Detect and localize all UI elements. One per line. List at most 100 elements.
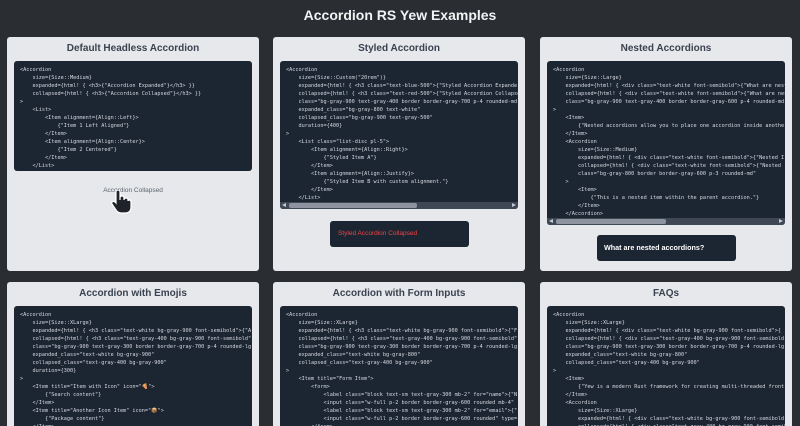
code-line: >: [553, 107, 557, 113]
code-line: size={Size::Large}: [553, 75, 622, 81]
code-line: </Item>: [20, 400, 55, 406]
code-line: <Item title="Another Icon Item" icon="📦"…: [20, 408, 164, 414]
code-line: <Accordion: [553, 139, 597, 145]
code-line: {"Nested accordions allow you to place o…: [553, 123, 785, 129]
code-line: expanded={html! { <h3>{"Accordion Expand…: [20, 83, 195, 89]
code-line: <Item title="Form Item">: [286, 376, 374, 382]
code-line: class="bg-gray-900 text-gray-300 border …: [553, 344, 785, 350]
card-title: Accordion with Emojis: [79, 288, 187, 299]
horizontal-scrollbar[interactable]: [547, 218, 785, 225]
code-line: <form>: [286, 384, 330, 390]
card-title: Default Headless Accordion: [66, 43, 200, 54]
code-line: expanded_class="text-white bg-gray-800": [553, 352, 688, 358]
code-line: <Accordion: [20, 67, 52, 73]
card-title: FAQs: [652, 288, 680, 299]
code-line: collapsed_class="bg-gray-900 text-gray-5…: [286, 115, 433, 121]
code-line: collapsed_class="text-gray-400 bg-gray-9…: [20, 360, 167, 366]
code-line: <label class="block text-sm text-gray-30…: [286, 408, 518, 414]
horizontal-scrollbar[interactable]: [280, 202, 518, 209]
scroll-right-arrow-icon[interactable]: [779, 219, 783, 223]
code-line: >: [553, 179, 569, 185]
scroll-left-arrow-icon[interactable]: [549, 219, 553, 223]
code-line: <Accordion: [286, 312, 318, 318]
code-line: expanded={html! { <h3 class="text-white …: [20, 328, 252, 334]
code-line: <Item alignment={Align::Center}>: [20, 139, 145, 145]
code-line: <label class="block text-sm text-gray-30…: [286, 392, 518, 398]
card-title: Styled Accordion: [358, 43, 440, 54]
scroll-thumb[interactable]: [556, 219, 666, 224]
code-line: >: [286, 131, 290, 137]
code-line: collapsed={html! { <div class="text-whit…: [553, 91, 785, 97]
code-line: </List>: [286, 195, 321, 201]
code-line: <Item alignment={Align::Right}>: [286, 147, 408, 153]
code-line: collapsed={html! { <h3 class="text-gray-…: [286, 336, 518, 342]
code-line: </Accordion>: [20, 170, 252, 171]
code-text: <Accordion size={Size::Medium} expanded=…: [14, 61, 252, 171]
code-block: <Accordion size={Size::XLarge} expanded=…: [280, 306, 518, 426]
code-line: {"Item 1 Left Aligned"}: [20, 123, 130, 129]
code-line: expanded={html! { <div class="text-white…: [553, 155, 785, 161]
scroll-thumb[interactable]: [289, 203, 417, 208]
scroll-right-arrow-icon[interactable]: [512, 203, 516, 207]
code-text: <Accordion size={Size::XLarge} expanded=…: [280, 306, 518, 426]
card-title: Accordion with Form Inputs: [332, 288, 466, 299]
code-line: <Item title="Item with Icon" icon="🍕">: [20, 384, 155, 390]
code-line: </Item>: [20, 155, 67, 161]
code-line: collapsed={html! { <h3 class="text-red-5…: [286, 91, 518, 97]
code-line: </Item>: [553, 203, 600, 209]
code-line: </Item>: [286, 187, 333, 193]
page-title: Accordion RS Yew Examples: [303, 7, 497, 23]
code-line: class="bg-gray-800 border border-gray-60…: [553, 171, 757, 177]
code-line: class="bg-gray-900 text-gray-300 border …: [20, 344, 252, 350]
code-line: >: [20, 376, 24, 382]
code-line: <Item alignment={Align::Left}>: [20, 115, 139, 121]
card-title: Nested Accordions: [620, 43, 712, 54]
code-line: <Item>: [553, 115, 585, 121]
code-line: </Item>: [553, 131, 588, 137]
card-styled-accordion: Styled Accordion <Accordion size={Size::…: [273, 37, 525, 271]
code-line: >: [553, 368, 557, 374]
code-line: expanded_class="text-white bg-gray-800": [286, 352, 421, 358]
styled-accordion-toggle[interactable]: Styled Accordion Collapsed: [330, 221, 469, 247]
code-line: {"Item 2 Centered"}: [20, 147, 117, 153]
code-line: <input class="w-full p-2 border border-g…: [286, 416, 518, 422]
card-faqs: FAQs <Accordion size={Size::XLarge} expa…: [540, 282, 792, 426]
code-line: collapsed_class="text-gray-400 bg-gray-9…: [286, 360, 433, 366]
code-line: {"Styled Item A"}: [286, 155, 377, 161]
code-text: <Accordion size={Size::Large} expanded={…: [547, 61, 785, 225]
card-accordion-with-form-inputs: Accordion with Form Inputs <Accordion si…: [273, 282, 525, 426]
code-line: expanded_class="bg-gray-800 text-white": [286, 107, 421, 113]
code-line: {"Search content"}: [20, 392, 102, 398]
code-line: collapsed={html! { <h3>{"Accordion Colla…: [20, 91, 202, 97]
code-line: <Accordion: [20, 312, 52, 318]
code-line: <Item>: [553, 187, 597, 193]
code-line: >: [20, 99, 24, 105]
code-text: <Accordion size={Size::XLarge} expanded=…: [547, 306, 785, 426]
code-line: size={Size::XLarge}: [286, 320, 358, 326]
code-line: {"Package content"}: [20, 416, 105, 422]
nested-accordion-toggle[interactable]: What are nested accordions?: [597, 235, 736, 261]
code-line: size={Size::Custom("20rem")}: [286, 75, 386, 81]
code-line: size={Size::Medium}: [20, 75, 92, 81]
code-line: </Item>: [553, 392, 588, 398]
code-line: expanded={html! { <div class="text-white…: [553, 83, 785, 89]
accordion-toggle[interactable]: Accordion Collapsed: [7, 187, 259, 194]
code-line: {"Yew is a modern Rust framework for cre…: [553, 384, 785, 390]
code-line: size={Size::XLarge}: [553, 320, 625, 326]
code-block: <Accordion size={Size::XLarge} expanded=…: [547, 306, 785, 426]
card-accordion-with-emojis: Accordion with Emojis <Accordion size={S…: [7, 282, 259, 426]
code-line: <Item>: [553, 376, 585, 382]
card-nested-accordions: Nested Accordions <Accordion size={Size:…: [540, 37, 792, 271]
code-line: expanded={html! { <h3 class="text-blue-5…: [286, 83, 518, 89]
hand-pointer-icon: [111, 190, 132, 214]
code-line: duration={300}: [20, 368, 77, 374]
code-block: <Accordion size={Size::Custom("20rem")} …: [280, 61, 518, 209]
code-line: <input class="w-full p-2 border border-g…: [286, 400, 518, 406]
code-line: <Accordion: [286, 67, 318, 73]
code-line: size={Size::Medium}: [553, 147, 638, 153]
code-line: {"This is a nested item within the paren…: [553, 195, 760, 201]
code-line: collapsed={html! { <div class="text-gray…: [553, 336, 785, 342]
code-line: </List>: [20, 163, 55, 169]
code-line: size={Size::XLarge}: [20, 320, 92, 326]
scroll-left-arrow-icon[interactable]: [282, 203, 286, 207]
